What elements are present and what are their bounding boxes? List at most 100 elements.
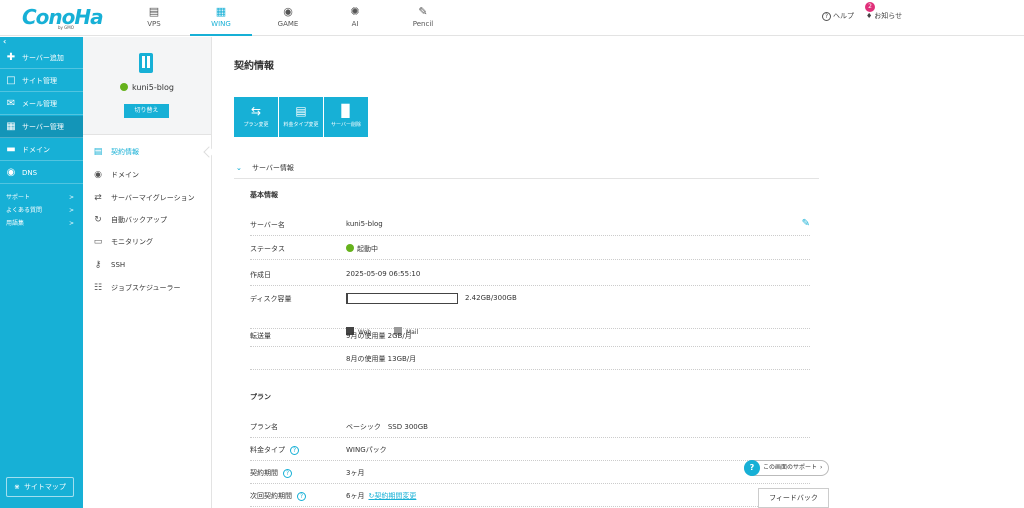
disk-usage-fill	[347, 294, 349, 303]
mail-icon: ✉	[6, 98, 16, 109]
left-nav-link-faq[interactable]: よくある質問 >	[6, 206, 80, 215]
tab-label: AI	[351, 20, 359, 28]
help-link[interactable]: ? ヘルプ	[822, 11, 854, 21]
row-price-type: 料金タイプ? WINGパック	[250, 438, 810, 461]
left-nav-item-dns[interactable]: ◉ DNS	[0, 162, 83, 184]
tab-label: Pencil	[412, 20, 434, 28]
field-label: ディスク容量	[250, 295, 292, 303]
left-nav-item-add-server[interactable]: ✚ サーバー追加	[0, 47, 83, 69]
sub-nav-item-ssh[interactable]: ⚷ SSH	[93, 258, 211, 272]
edit-pencil-icon[interactable]: ✎	[802, 218, 810, 229]
power-on-icon	[346, 244, 354, 252]
migration-icon: ⇄	[94, 193, 102, 203]
field-label: 契約期間?	[250, 468, 292, 478]
server-tower-icon	[139, 53, 153, 73]
server-sub-nav: kuni5-blog 切り替え ▤ 契約情報 ◉ ドメイン ⇄ サーバーマイグレ…	[83, 37, 212, 508]
server-card: kuni5-blog 切り替え	[83, 37, 211, 135]
left-nav-label: DNS	[22, 169, 38, 177]
sub-nav-label: 自動バックアップ	[111, 216, 167, 224]
sub-nav-item-contract[interactable]: ▤ 契約情報	[93, 145, 211, 159]
globe-icon: ◉	[6, 167, 16, 178]
sub-nav-item-backup[interactable]: ↻ 自動バックアップ	[93, 213, 211, 227]
left-nav-item-mail[interactable]: ✉ メール管理	[0, 93, 83, 115]
page-title: 契約情報	[234, 61, 274, 72]
row-transfer-sep: 転送量 9月の使用量 2GB/月	[250, 324, 810, 347]
trash-icon: ▉	[341, 104, 351, 118]
sub-nav-label: 契約情報	[111, 148, 139, 156]
left-nav-link-label: 用語集	[6, 220, 25, 227]
tab-vps[interactable]: ▤ VPS	[124, 0, 184, 36]
tab-pencil[interactable]: ✎ Pencil	[393, 0, 453, 36]
help-icon[interactable]: ?	[283, 469, 292, 478]
notice-link[interactable]: ♦ お知らせ	[866, 11, 986, 21]
app-root: ConoHa by GMO ▤ VPS ▦ WING ◉ GAME ✺ AI ✎…	[0, 0, 1024, 508]
left-nav-item-site[interactable]: □ サイト管理	[0, 70, 83, 92]
feedback-button[interactable]: フィードバック	[758, 488, 829, 508]
transfer-value: 8月の使用量 13GB/月	[346, 355, 417, 363]
collapse-chevron-icon[interactable]: ‹	[3, 37, 6, 46]
server-icon: ▦	[6, 121, 16, 132]
sub-nav-label: SSH	[111, 261, 126, 269]
wing-icon: ▦	[215, 5, 227, 18]
field-label: 転送量	[250, 332, 271, 340]
field-label: サーバー名	[250, 221, 285, 229]
left-nav-link-label: サポート	[6, 194, 31, 201]
bell-icon: ♦	[866, 12, 873, 20]
screen-support-button[interactable]: ? この画面のサポート ›	[744, 460, 829, 476]
server-info-section-header[interactable]: ⌄ サーバー情報	[234, 157, 819, 179]
sub-nav-item-migration[interactable]: ⇄ サーバーマイグレーション	[93, 191, 211, 205]
sub-nav-item-domain[interactable]: ◉ ドメイン	[93, 168, 211, 182]
left-nav-item-domain[interactable]: ▬ ドメイン	[0, 139, 83, 161]
backup-icon: ↻	[94, 215, 102, 225]
disk-usage-text: 2.42GB/300GB	[465, 294, 517, 302]
tab-wing[interactable]: ▦ WING	[190, 0, 252, 36]
row-status: ステータス 起動中	[250, 237, 810, 260]
row-plan-name: プラン名 ベーシック SSD 300GB	[250, 415, 810, 438]
chevron-right-icon: >	[68, 207, 74, 214]
sitemap-button[interactable]: ⋇ サイトマップ	[6, 477, 74, 497]
monitor-icon: ▭	[93, 237, 103, 247]
change-period-link[interactable]: ↻契約期間変更	[368, 492, 416, 500]
period-value: 3ヶ月	[346, 469, 365, 477]
sub-nav-label: モニタリング	[111, 238, 153, 246]
left-nav-link-glossary[interactable]: 用語集 >	[6, 219, 80, 228]
server-name-display: kuni5-blog	[83, 83, 211, 92]
chevron-right-icon: >	[68, 194, 74, 201]
tab-game[interactable]: ◉ GAME	[258, 0, 318, 36]
price-type-change-button[interactable]: ▤ 料金タイプ変更	[279, 97, 323, 137]
left-nav-label: メール管理	[22, 100, 57, 108]
contract-icon: ▤	[93, 147, 103, 157]
chevron-down-icon: ⌄	[236, 164, 242, 172]
tab-ai[interactable]: ✺ AI	[325, 0, 385, 36]
next-period-value: 6ヶ月 ↻契約期間変更	[346, 491, 416, 501]
field-label-text: 契約期間	[250, 469, 278, 477]
status-value: 起動中	[346, 244, 378, 254]
plan-name-value: ベーシック SSD 300GB	[346, 423, 428, 431]
action-label: プラン変更	[243, 122, 269, 128]
sub-nav-item-scheduler[interactable]: ☷ ジョブスケジューラー	[93, 281, 211, 295]
left-nav-item-server[interactable]: ▦ サーバー管理	[0, 116, 83, 138]
tab-label: VPS	[147, 20, 161, 28]
left-nav-link-label: よくある質問	[6, 207, 43, 214]
left-nav-link-support[interactable]: サポート >	[6, 193, 80, 202]
server-delete-button[interactable]: ▉ サーバー削除	[324, 97, 368, 137]
row-next-period: 次回契約期間? 6ヶ月 ↻契約期間変更	[250, 484, 810, 507]
tab-label: WING	[211, 20, 231, 28]
disk-usage-bar	[346, 293, 458, 304]
sitemap-icon: ⋇	[14, 483, 20, 491]
sub-nav-item-monitoring[interactable]: ▭ モニタリング	[93, 235, 211, 249]
left-nav-label: サイト管理	[22, 77, 57, 85]
notice-label: お知らせ	[874, 12, 903, 20]
help-icon[interactable]: ?	[297, 492, 306, 501]
left-nav-label: サーバー管理	[22, 123, 64, 131]
gamepad-icon: ◉	[283, 5, 293, 18]
field-label: プラン名	[250, 423, 278, 431]
row-created: 作成日 2025-05-09 06:55:10	[250, 263, 810, 286]
field-label-text: 次回契約期間	[250, 492, 292, 500]
switch-server-button[interactable]: 切り替え	[124, 104, 169, 118]
ai-icon: ✺	[350, 5, 360, 18]
help-icon[interactable]: ?	[290, 446, 299, 455]
action-label: サーバー削除	[331, 122, 361, 128]
scheduler-icon: ☷	[93, 283, 103, 293]
plan-change-button[interactable]: ⇆ プラン変更	[234, 97, 278, 137]
